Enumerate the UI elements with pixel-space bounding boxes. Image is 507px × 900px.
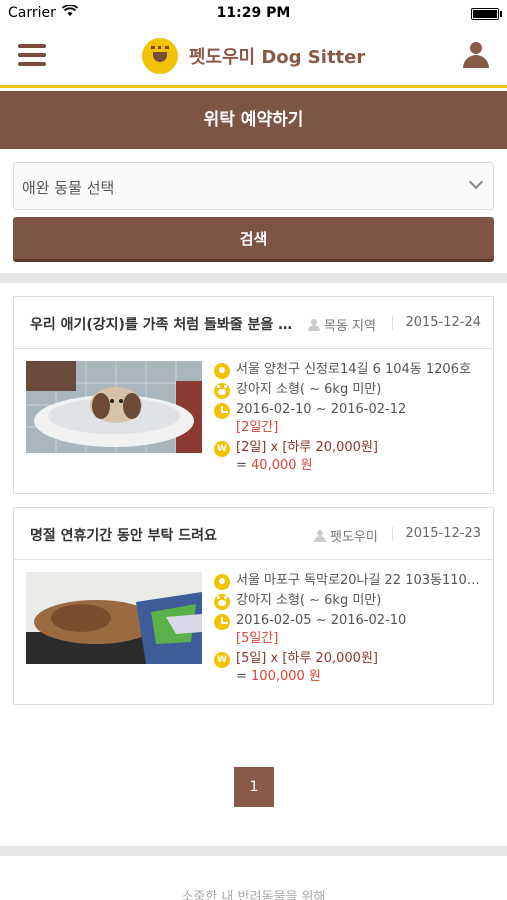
days: [2일간]: [236, 420, 279, 435]
battery-icon: [471, 8, 499, 20]
footer-divider: [0, 846, 507, 856]
price-calc: [5일] x [하루 20,000원]: [236, 651, 378, 666]
dog-logo-icon: [141, 38, 178, 74]
person-icon: [308, 319, 320, 331]
paw-icon: [214, 594, 230, 610]
post-author: 목동 지역: [308, 315, 376, 334]
status-bar: Carrier 11:29 PM: [0, 0, 507, 28]
period: 2016-02-10 ~ 2016-02-12: [236, 402, 407, 417]
location-pin-icon: [214, 574, 230, 590]
total-price: 40,000 원: [251, 458, 313, 473]
pet-select[interactable]: 애완 동물 선택: [13, 162, 494, 210]
brand-title: 펫도우미 Dog Sitter: [188, 47, 366, 68]
pet-type: 강아지 소형( ~ 6kg 미만): [236, 593, 382, 608]
period: 2016-02-05 ~ 2016-02-10: [236, 613, 407, 628]
battery-tip: [500, 11, 502, 17]
search-button[interactable]: 검색: [13, 217, 494, 262]
pet-select-value: 애완 동물 선택: [22, 179, 115, 197]
post-title: 명절 연휴기간 동안 부탁 드려요: [30, 528, 217, 544]
post-date: 2015-12-23: [405, 526, 481, 541]
chevron-down-icon: [468, 174, 484, 190]
page-1-button[interactable]: 1: [234, 767, 274, 807]
clock: 11:29 PM: [216, 5, 291, 21]
brand[interactable]: 펫도우미 Dog Sitter: [0, 38, 507, 74]
divider: [392, 316, 393, 330]
page-title: 위탁 예약하기: [0, 91, 507, 149]
pet-type: 강아지 소형( ~ 6kg 미만): [236, 382, 382, 397]
post-card[interactable]: 우리 애기(강지)를 가족 처럼 돌봐줄 분을 구합니다 목동 지역 2015-…: [13, 296, 494, 494]
won-icon: [214, 441, 230, 457]
pet-photo: [26, 572, 202, 664]
paw-icon: [214, 383, 230, 399]
top-nav: 펫도우미 Dog Sitter: [0, 28, 507, 88]
location-pin-icon: [214, 363, 230, 379]
person-icon: [314, 530, 326, 542]
post-card[interactable]: 명절 연휴기간 동안 부탁 드려요 펫도우미 2015-12-23 서울 마포구…: [13, 507, 494, 705]
address: 서울 양천구 신정로14길 6 104동 1206호: [236, 362, 471, 377]
section-divider: [0, 273, 507, 283]
divider: [392, 527, 393, 541]
won-icon: [214, 652, 230, 668]
post-date: 2015-12-24: [405, 315, 481, 330]
pet-photo: [26, 361, 202, 453]
clock-icon: [214, 614, 230, 630]
days: [5일간]: [236, 631, 279, 646]
post-title: 우리 애기(강지)를 가족 처럼 돌봐줄 분을 구합니다: [30, 317, 302, 333]
price-calc: [2일] x [하루 20,000원]: [236, 440, 378, 455]
total-price: 100,000 원: [251, 669, 321, 684]
address: 서울 마포구 독막로20나길 22 103동1103호: [236, 573, 486, 588]
post-author: 펫도우미: [314, 526, 378, 545]
clock-icon: [214, 403, 230, 419]
footer-text: 소중한 내 반려동물을 위해: [181, 890, 326, 900]
user-profile-icon[interactable]: [463, 42, 489, 70]
